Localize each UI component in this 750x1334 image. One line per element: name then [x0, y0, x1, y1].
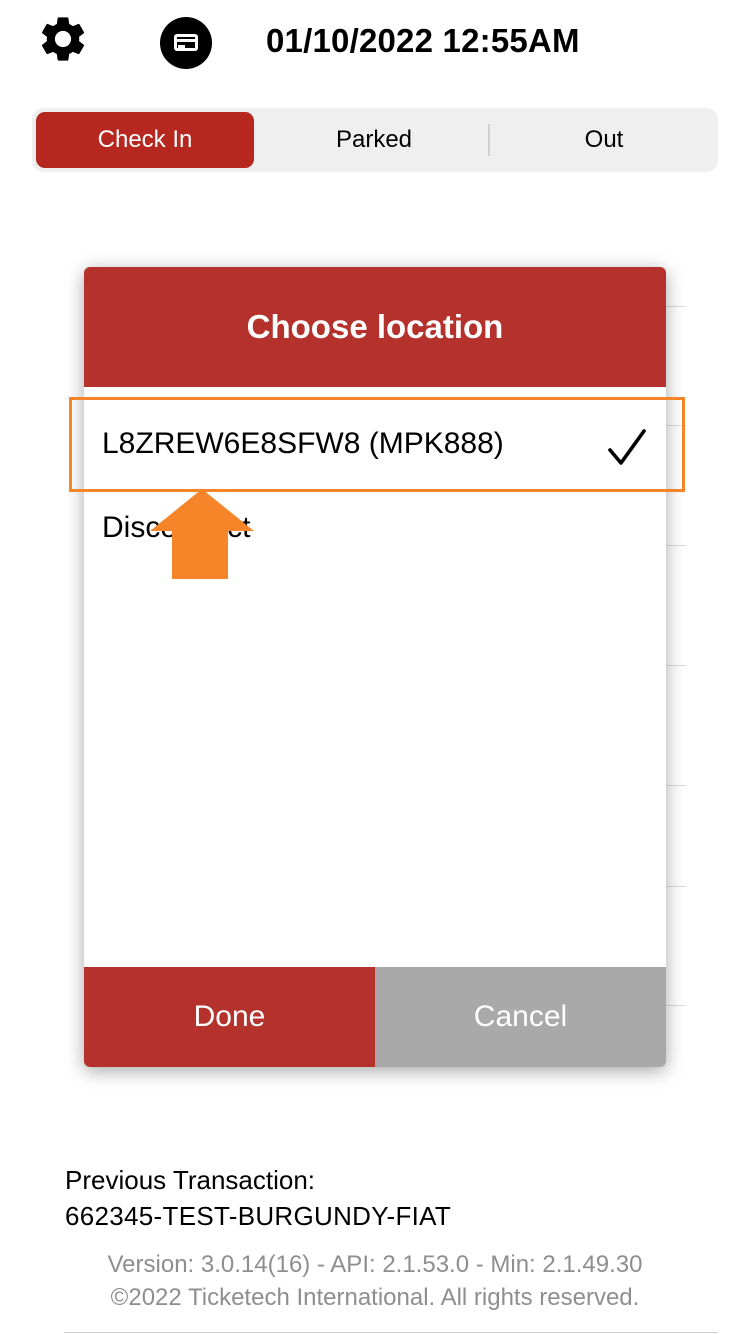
- card-outline: [174, 34, 198, 51]
- datetime-label: 01/10/2022 12:55AM: [266, 22, 580, 59]
- tab-check-in[interactable]: Check In: [36, 112, 254, 168]
- dialog-title: Choose location: [84, 267, 666, 387]
- tab-out[interactable]: Out: [490, 112, 718, 168]
- card-stripe: [174, 39, 198, 42]
- tab-parked[interactable]: Parked: [260, 112, 488, 168]
- card-mark: [178, 45, 185, 48]
- previous-transaction-value: 662345-TEST-BURGUNDY-FIAT: [65, 1201, 452, 1231]
- done-button[interactable]: Done: [84, 967, 375, 1067]
- credit-card-icon[interactable]: [160, 17, 212, 69]
- choose-location-dialog: Choose location L8ZREW6E8SFW8 (MPK888) D…: [84, 267, 666, 1067]
- list-divider: [666, 306, 686, 307]
- gear-icon[interactable]: [36, 12, 90, 66]
- cancel-button[interactable]: Cancel: [375, 967, 666, 1067]
- status-tabs: Check In Parked Out: [32, 108, 718, 172]
- arrow-up-icon: [150, 489, 254, 579]
- list-divider: [666, 785, 686, 786]
- copyright-text: ©2022 Ticketech International. All right…: [110, 1284, 640, 1311]
- selection-highlight: [69, 397, 685, 492]
- list-divider: [666, 665, 686, 666]
- version-info: Version: 3.0.14(16) - API: 2.1.53.0 - Mi…: [107, 1251, 643, 1278]
- list-divider: [666, 886, 686, 887]
- previous-transaction-label: Previous Transaction:: [65, 1165, 316, 1195]
- footer-divider: [64, 1332, 718, 1333]
- list-divider: [666, 545, 686, 546]
- list-divider: [666, 1005, 686, 1006]
